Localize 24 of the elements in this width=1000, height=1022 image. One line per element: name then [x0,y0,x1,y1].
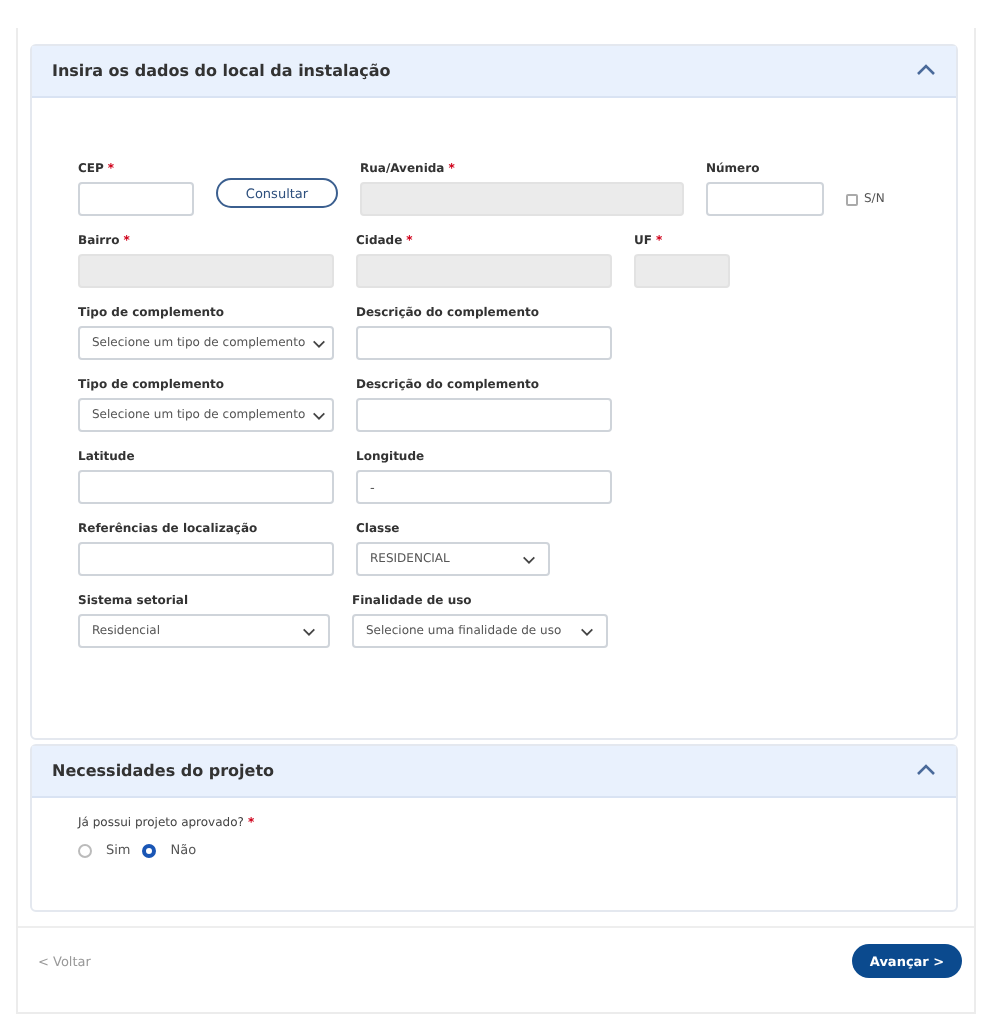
radio-button[interactable] [78,843,92,857]
collapse-toggle[interactable] [916,64,936,78]
readonly-field[interactable] [360,182,684,216]
section-title: Necessidades do projeto [52,762,275,780]
readonly-field[interactable] [78,254,334,288]
chevron-down-icon [311,339,326,347]
input-field[interactable] [78,542,334,576]
input-field[interactable] [78,182,194,216]
input-field[interactable] [356,398,612,432]
section-title: Insira os dados do local da instalação [52,62,391,80]
collapse-toggle[interactable] [916,764,936,778]
input-field[interactable] [78,470,334,504]
chevron-down-icon [302,627,316,635]
readonly-field[interactable] [634,254,730,288]
chevron-down-icon [580,627,594,635]
chevron-up-icon [916,64,936,76]
radio-button[interactable] [142,843,157,857]
readonly-field[interactable] [356,254,612,288]
chevron-up-icon [916,764,936,776]
input-field[interactable] [356,326,612,360]
input-field[interactable] [706,182,824,216]
chevron-down-icon [311,411,326,419]
chevron-down-icon [522,555,536,563]
checkbox[interactable] [846,193,858,205]
